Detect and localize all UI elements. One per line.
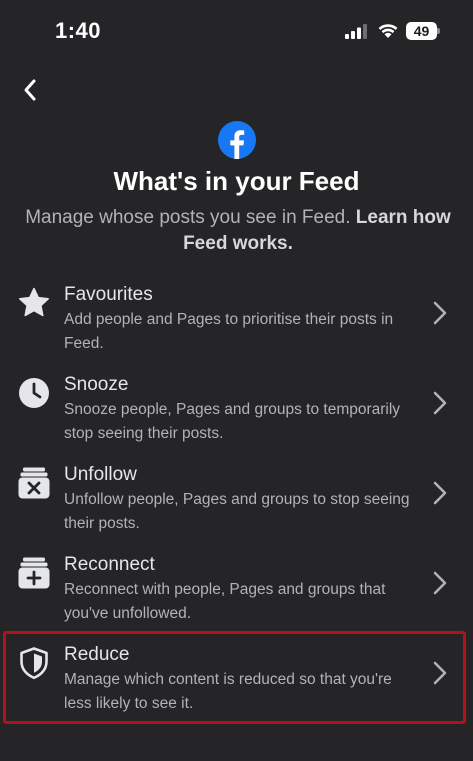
star-icon: [19, 287, 49, 317]
battery-level: 49: [413, 23, 430, 39]
status-time: 1:40: [55, 18, 102, 43]
chevron-left-icon: [24, 79, 36, 101]
menu-item-title: Snooze: [64, 374, 129, 395]
menu-item-favourites[interactable]: Favourites Add people and Pages to prior…: [0, 284, 473, 372]
wifi-icon: [378, 24, 398, 38]
menu-item-reconnect[interactable]: Reconnect Reconnect with people, Pages a…: [0, 554, 473, 642]
battery-indicator: 49: [406, 22, 440, 40]
chevron-right-icon: [433, 391, 447, 415]
menu-item-unfollow[interactable]: Unfollow Unfollow people, Pages and grou…: [0, 464, 473, 552]
menu-item-title: Favourites: [64, 284, 153, 305]
chevron-right-icon: [433, 481, 447, 505]
facebook-logo-icon: [218, 121, 256, 159]
reconnect-icon: [18, 557, 50, 589]
menu-item-snooze[interactable]: Snooze Snooze people, Pages and groups t…: [0, 374, 473, 462]
subtitle-text: Manage whose posts you see in Feed.: [25, 207, 351, 228]
page-subtitle: Manage whose posts you see in Feed. Lear…: [22, 205, 454, 257]
menu-item-title: Reconnect: [64, 554, 155, 575]
page-title: What's in your Feed: [113, 166, 360, 196]
signal-icon: [345, 24, 367, 39]
menu-item-description: Reconnect with people, Pages and groups …: [64, 581, 386, 622]
unfollow-icon: [18, 467, 50, 499]
chevron-right-icon: [433, 571, 447, 595]
clock-icon: [19, 378, 49, 408]
menu-item-title: Unfollow: [64, 464, 137, 485]
highlight-box: [3, 631, 466, 724]
menu-item-description: Add people and Pages to prioritise their…: [64, 311, 394, 352]
back-button[interactable]: [14, 74, 46, 106]
chevron-right-icon: [433, 301, 447, 325]
status-bar: 1:40 49: [0, 0, 473, 62]
menu-item-description: Unfollow people, Pages and groups to sto…: [64, 491, 410, 532]
menu-item-description: Snooze people, Pages and groups to tempo…: [64, 401, 401, 442]
